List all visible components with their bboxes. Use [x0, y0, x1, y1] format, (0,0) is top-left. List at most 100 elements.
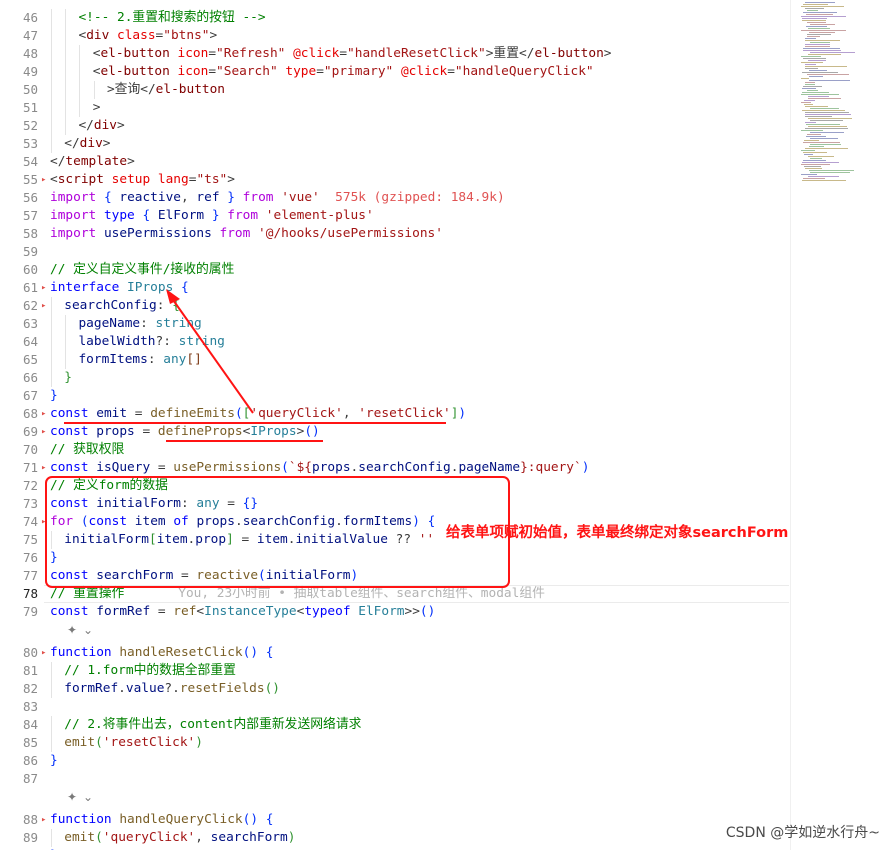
line-number[interactable]: 67	[0, 387, 38, 405]
line-number[interactable]: 57	[0, 207, 38, 225]
line-number[interactable]: 80	[0, 644, 38, 662]
line-number[interactable]: 51	[0, 99, 38, 117]
line-number[interactable]: 84	[0, 716, 38, 734]
code-text[interactable]: formItems: any[]	[78, 351, 201, 369]
code-text[interactable]: }	[64, 369, 72, 387]
code-text[interactable]: <el-button icon="Refresh" @click="handle…	[93, 45, 612, 63]
line-number[interactable]: 70	[0, 441, 38, 459]
line-number[interactable]: 78	[0, 585, 38, 603]
codelens-copilot-icon[interactable]: ✦ ⌄	[64, 622, 96, 638]
line-number[interactable]: 58	[0, 225, 38, 243]
code-line[interactable]: 73 const initialForm: any = {}	[0, 495, 790, 513]
code-line[interactable]: 53 </div>	[0, 135, 790, 153]
line-number[interactable]: 89	[0, 829, 38, 847]
code-text[interactable]: const initialForm: any = {}	[50, 495, 258, 513]
line-number[interactable]: 74	[0, 513, 38, 531]
code-text[interactable]: <script setup lang="ts">	[50, 171, 235, 189]
code-text[interactable]: pageName: string	[78, 315, 201, 333]
code-text[interactable]: <el-button icon="Search" type="primary" …	[93, 63, 594, 81]
code-text[interactable]: const isQuery = usePermissions(`${props.…	[50, 459, 589, 477]
fold-arrow-icon[interactable]: ▸	[41, 423, 46, 441]
fold-arrow-icon[interactable]: ▸	[41, 513, 46, 531]
code-line[interactable]: 89 emit('queryClick', searchForm)	[0, 829, 790, 847]
code-text[interactable]: }	[50, 387, 58, 405]
line-number[interactable]: 65	[0, 351, 38, 369]
code-text[interactable]: }	[50, 752, 58, 770]
code-line[interactable]: 85 emit('resetClick')	[0, 734, 790, 752]
code-text[interactable]: emit('queryClick', searchForm)	[64, 829, 295, 847]
code-text[interactable]: </div>	[64, 135, 110, 153]
code-line[interactable]: 56 import { reactive, ref } from 'vue' 57…	[0, 189, 790, 207]
code-text[interactable]: >查询</el-button	[107, 81, 225, 99]
code-line[interactable]: 48 <el-button icon="Refresh" @click="hand…	[0, 45, 790, 63]
code-line[interactable]: 68 ▸ const emit = defineEmits(['queryClick…	[0, 405, 790, 423]
code-line[interactable]: 66}	[0, 369, 790, 387]
code-text[interactable]: </template>	[50, 153, 135, 171]
code-line[interactable]: 64 labelWidth?: string	[0, 333, 790, 351]
code-line[interactable]: 67}	[0, 387, 790, 405]
code-text[interactable]: formRef.value?.resetFields()	[64, 680, 280, 698]
code-line[interactable]: 84 // 2.将事件出去，content内部重新发送网络请求	[0, 716, 790, 734]
code-text[interactable]: interface IProps {	[50, 279, 189, 297]
code-line[interactable]: 59	[0, 243, 790, 261]
code-line[interactable]: 65 formItems: any[]	[0, 351, 790, 369]
line-number[interactable]: 83	[0, 698, 38, 716]
code-text[interactable]: const formRef = ref<InstanceType<typeof …	[50, 603, 435, 621]
code-line[interactable]: 71 ▸ const isQuery = usePermissions(`${pro…	[0, 459, 790, 477]
code-text[interactable]: // 2.将事件出去，content内部重新发送网络请求	[64, 716, 361, 734]
code-line[interactable]: 60 // 定义自定义事件/接收的属性	[0, 261, 790, 279]
code-line[interactable]: 83	[0, 698, 790, 716]
code-line[interactable]: 77 const searchForm = reactive(initialFor…	[0, 567, 790, 585]
line-number[interactable]: 56	[0, 189, 38, 207]
line-number[interactable]: 72	[0, 477, 38, 495]
code-text[interactable]: // 重置操作 You, 23小时前 • 抽取table组件、search组件、…	[50, 585, 545, 603]
code-text[interactable]: <div class="btns">	[78, 27, 217, 45]
code-line[interactable]: 76}	[0, 549, 790, 567]
line-number[interactable]: 85	[0, 734, 38, 752]
line-number[interactable]: 81	[0, 662, 38, 680]
code-line[interactable]: 87	[0, 770, 790, 788]
code-text[interactable]: >	[93, 99, 101, 117]
code-text[interactable]: emit('resetClick')	[64, 734, 203, 752]
code-line[interactable]: 51 >	[0, 99, 790, 117]
line-number[interactable]: 88	[0, 811, 38, 829]
codelens-copilot-icon[interactable]: ✦ ⌄	[64, 789, 96, 805]
line-number[interactable]: 64	[0, 333, 38, 351]
code-line[interactable]: 70 // 获取权限	[0, 441, 790, 459]
line-number[interactable]: 73	[0, 495, 38, 513]
code-text[interactable]: // 1.form中的数据全部重置	[64, 662, 236, 680]
code-line[interactable]: 49 <el-button icon="Search" type="primary…	[0, 63, 790, 81]
line-number[interactable]: 69	[0, 423, 38, 441]
line-number[interactable]: 76	[0, 549, 38, 567]
code-line[interactable]: 54 </template>	[0, 153, 790, 171]
code-text[interactable]: function handleQueryClick() {	[50, 811, 273, 829]
line-number[interactable]: 61	[0, 279, 38, 297]
fold-arrow-icon[interactable]: ▸	[41, 811, 46, 829]
code-line[interactable]: 52 </div>	[0, 117, 790, 135]
code-text[interactable]: // 定义form的数据	[50, 477, 168, 495]
code-text[interactable]: labelWidth?: string	[78, 333, 224, 351]
code-text[interactable]: import type { ElForm } from 'element-plu…	[50, 207, 374, 225]
code-text[interactable]: const searchForm = reactive(initialForm)	[50, 567, 358, 585]
code-line[interactable]: 69 ▸ const props = defineProps<IProps>()	[0, 423, 790, 441]
fold-arrow-icon[interactable]: ▸	[41, 171, 46, 189]
code-text[interactable]: </div>	[78, 117, 124, 135]
fold-arrow-icon[interactable]: ▸	[41, 279, 46, 297]
code-line[interactable]: 46 <!-- 2.重置和搜索的按钮 -->	[0, 9, 790, 27]
minimap[interactable]	[790, 0, 884, 850]
line-number[interactable]: 87	[0, 770, 38, 788]
line-number[interactable]: 60	[0, 261, 38, 279]
code-text[interactable]: searchConfig: {	[64, 297, 180, 315]
fold-arrow-icon[interactable]: ▸	[41, 644, 46, 662]
line-number[interactable]: 86	[0, 752, 38, 770]
code-text[interactable]: initialForm[item.prop] = item.initialVal…	[64, 531, 434, 549]
line-number[interactable]: 54	[0, 153, 38, 171]
line-number[interactable]: 71	[0, 459, 38, 477]
line-number[interactable]: 55	[0, 171, 38, 189]
code-line[interactable]: 57 import type { ElForm } from 'element-p…	[0, 207, 790, 225]
line-number[interactable]: 68	[0, 405, 38, 423]
line-number[interactable]: 52	[0, 117, 38, 135]
fold-arrow-icon[interactable]: ▸	[41, 297, 46, 315]
code-text[interactable]: import { reactive, ref } from 'vue' 575k…	[50, 189, 505, 207]
code-text[interactable]: const emit = defineEmits(['queryClick', …	[50, 405, 466, 423]
